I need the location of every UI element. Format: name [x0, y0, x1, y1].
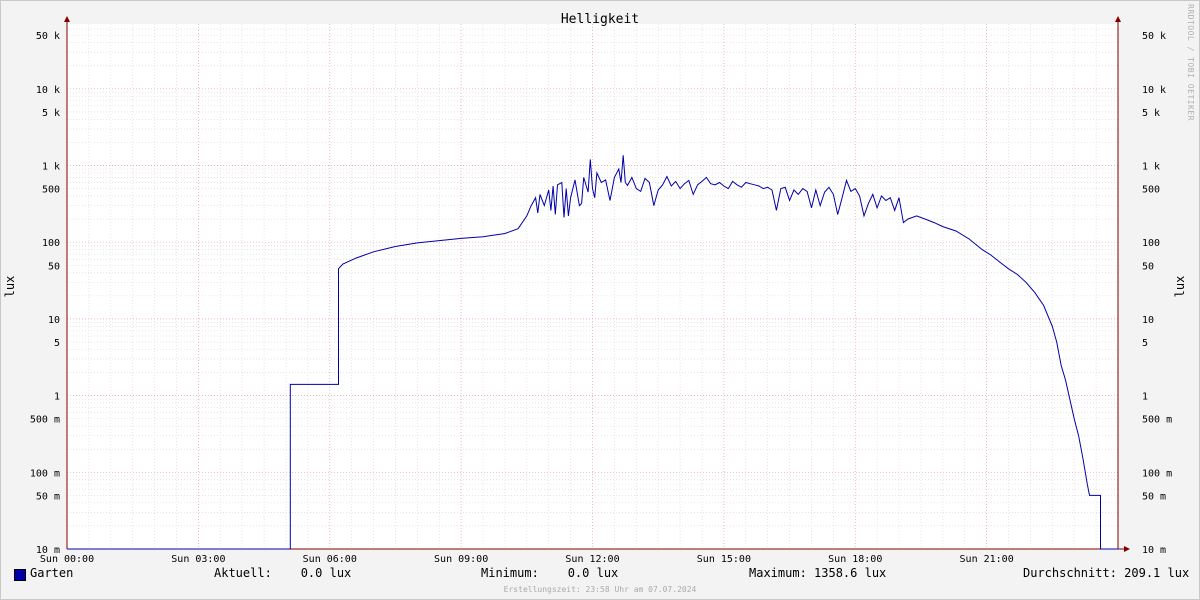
legend-swatch-garten	[14, 569, 26, 581]
y-tick-label-right: 1 k	[1142, 162, 1160, 173]
x-axis-arrow	[1124, 546, 1130, 552]
y-tick-label-left: 10	[48, 315, 60, 326]
x-tick-label: Sun 18:00	[828, 554, 882, 565]
y-axis-label-left: lux	[3, 276, 17, 298]
y-tick-label-left: 100	[42, 238, 60, 249]
legend-durchschnitt: Durchschnitt: 209.1 lux	[1023, 566, 1190, 580]
y-tick-label-left: 5 k	[42, 108, 60, 119]
legend-minimum: Minimum: 0.0 lux	[481, 566, 619, 580]
x-tick-label: Sun 21:00	[960, 554, 1014, 565]
y-tick-label-right: 100 m	[1142, 468, 1172, 479]
y-tick-label-left: 500	[42, 185, 60, 196]
y-tick-label-right: 100	[1142, 238, 1160, 249]
y-tick-label-right: 5 k	[1142, 108, 1160, 119]
x-tick-label: Sun 15:00	[697, 554, 751, 565]
legend-maximum: Maximum: 1358.6 lux	[749, 566, 887, 580]
x-tick-label: Sun 12:00	[565, 554, 619, 565]
y-tick-label-right: 50 m	[1142, 491, 1166, 502]
y-axis-arrow-left	[64, 16, 70, 22]
y-tick-label-right: 500 m	[1142, 415, 1172, 426]
y-tick-label-right: 10 m	[1142, 545, 1166, 556]
y-tick-label-left: 10 k	[36, 85, 60, 96]
y-tick-label-left: 5	[54, 338, 60, 349]
y-tick-label-left: 50 m	[36, 491, 60, 502]
y-tick-label-right: 50 k	[1142, 31, 1166, 42]
chart-svg: Sun 00:00 Sun 03:00 Sun 06:00 Sun 09:00 Sun …	[3, 12, 1187, 565]
y-tick-label-right: 500	[1142, 185, 1160, 196]
x-tick-label: Sun 06:00	[303, 554, 357, 565]
y-tick-label-left: 50 k	[36, 31, 60, 42]
y-tick-label-left: 10 m	[36, 545, 60, 556]
y-tick-label-right: 50	[1142, 261, 1154, 272]
y-tick-label-left: 50	[48, 261, 60, 272]
watermark-text: RRDTOOL / TOBI OETIKER	[1186, 4, 1195, 121]
y-tick-label-right: 10	[1142, 315, 1154, 326]
legend-series-label: Garten	[30, 566, 74, 580]
y-tick-label-right: 5	[1142, 338, 1148, 349]
y-axis-label-right: lux	[1173, 276, 1187, 298]
y-tick-label-left: 1 k	[42, 162, 60, 173]
footer-timestamp: Erstellungszeit: 23:58 Uhr am 07.07.2024	[503, 585, 697, 594]
chart-title: Helligkeit	[561, 12, 639, 27]
x-tick-label: Sun 09:00	[434, 554, 488, 565]
y-tick-label-left: 100 m	[30, 468, 60, 479]
y-tick-label-left: 500 m	[30, 415, 60, 426]
y-axis-arrow-right	[1115, 16, 1121, 22]
y-tick-label-right: 1	[1142, 392, 1148, 403]
x-tick-label: Sun 03:00	[171, 554, 225, 565]
y-tick-label-right: 10 k	[1142, 85, 1166, 96]
legend-aktuell: Aktuell: 0.0 lux	[214, 566, 352, 580]
y-tick-label-left: 1	[54, 392, 60, 403]
